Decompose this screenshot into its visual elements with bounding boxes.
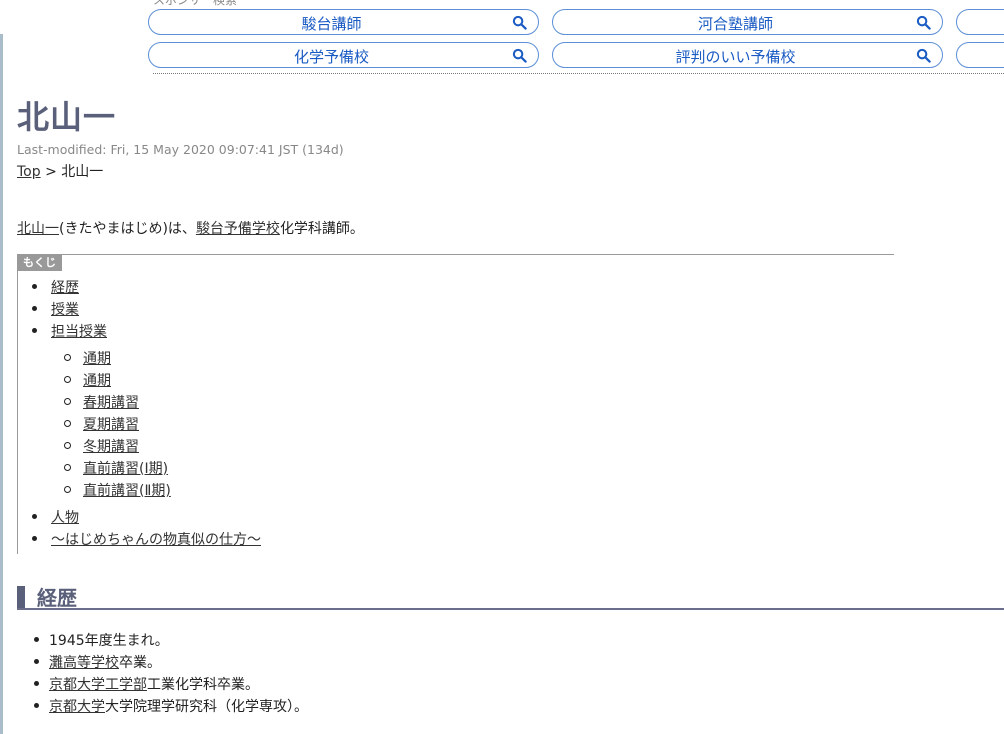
list-item: 京都大学大学院理学研究科（化学専攻）。 [34, 696, 308, 716]
last-modified: Last-modified: Fri, 15 May 2020 09:07:41… [17, 142, 344, 157]
toc-subitem[interactable]: 直前講習(Ⅰ期) [63, 458, 168, 478]
pill-label: 河合塾講師 [697, 15, 773, 33]
sponsor-pill-popular-prep[interactable]: 評判のいい予備校 [552, 42, 943, 68]
section-heading-career: 経歴 [17, 582, 1004, 610]
section-title: 経歴 [37, 586, 77, 610]
name-link[interactable]: 北山一 [17, 221, 59, 237]
toc-label: もくじ [18, 255, 62, 271]
list-item: 灘高等学校卒業。 [34, 652, 161, 672]
toc-subitem[interactable]: 春期講習 [64, 392, 139, 412]
ad-divider [153, 73, 1004, 74]
toc-item-lessons[interactable]: 授業 [32, 299, 79, 319]
sponsor-pill-partial[interactable] [956, 42, 1004, 68]
item-text: 工業化学科卒業。 [147, 677, 259, 693]
sponsor-pill-sundai-teacher[interactable]: 駿台講師 [148, 9, 539, 35]
toc-item-assigned-classes[interactable]: 担当授業 [32, 321, 107, 341]
toc-subitem[interactable]: 冬期講習 [64, 436, 139, 456]
breadcrumb: Top > 北山一 [17, 161, 103, 181]
intro-paragraph: 北山一(きたやまはじめ)は、駿台予備学校化学科講師。 [17, 218, 364, 238]
toc-item-impression[interactable]: ～はじめちゃんの物真似の仕方～ [32, 529, 261, 549]
toc-subitem[interactable]: 通期 [64, 370, 111, 390]
breadcrumb-separator: > [45, 164, 57, 180]
intro-rest: 化学科講師。 [279, 221, 364, 237]
sponsor-pill-kawai-teacher[interactable]: 河合塾講師 [552, 9, 943, 35]
item-text: 1945年度生まれ。 [49, 633, 169, 649]
table-of-contents: もくじ 経歴 授業 担当授業 通期 通期 春期講習 夏期講習 冬期講習 直前講習… [17, 254, 894, 554]
sponsor-pill-chemistry-prep[interactable]: 化学予備校 [148, 42, 539, 68]
breadcrumb-top-link[interactable]: Top [17, 164, 41, 180]
intro-reading: (きたやまはじめ)は、 [59, 221, 196, 237]
list-item: 京都大学工学部工業化学科卒業。 [34, 674, 259, 694]
item-text: 大学院理学研究科（化学専攻）。 [105, 699, 308, 715]
search-icon [512, 48, 527, 63]
toc-subitem[interactable]: 通期 [64, 348, 111, 368]
toc-item-personality[interactable]: 人物 [32, 507, 79, 527]
kyoto-engineering-link[interactable]: 京都大学工学部 [49, 677, 147, 693]
heading-bar [17, 586, 25, 608]
pill-label: 評判のいい予備校 [675, 48, 796, 66]
pill-label: 駿台講師 [301, 15, 362, 33]
breadcrumb-current: 北山一 [61, 164, 104, 180]
search-icon [916, 48, 931, 63]
toc-subitem[interactable]: 直前講習(Ⅱ期) [64, 480, 171, 500]
toc-subitem[interactable]: 夏期講習 [64, 414, 139, 434]
item-text: 卒業。 [119, 655, 161, 671]
sponsor-pill-partial[interactable] [956, 9, 1004, 35]
high-school-link[interactable]: 灘高等学校 [49, 655, 119, 671]
school-link[interactable]: 駿台予備学校 [196, 221, 280, 237]
toc-item-career[interactable]: 経歴 [32, 277, 79, 297]
pill-label: 化学予備校 [293, 48, 369, 66]
kyoto-university-link[interactable]: 京都大学 [49, 699, 105, 715]
left-border [0, 34, 3, 734]
sponsor-search-label: スポンサー検索 [153, 0, 238, 7]
search-icon [512, 15, 527, 30]
page-title: 北山一 [17, 98, 117, 136]
search-icon [916, 15, 931, 30]
list-item: 1945年度生まれ。 [34, 630, 169, 650]
